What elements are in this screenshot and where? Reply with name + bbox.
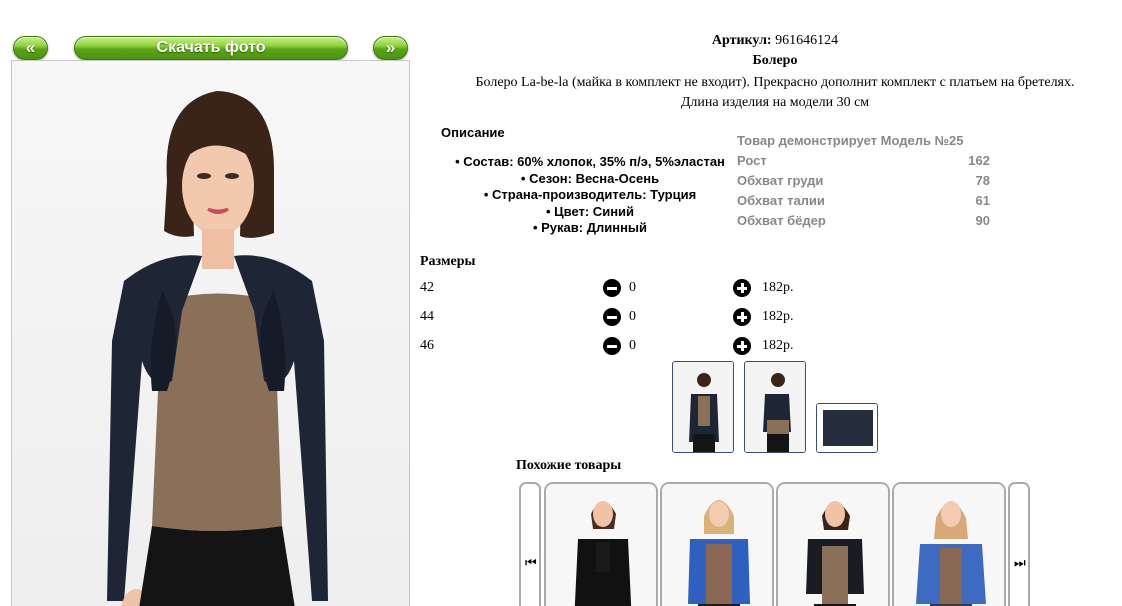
measurement-value: 61: [975, 193, 990, 208]
size-label: 46: [420, 338, 434, 353]
size-price: 182р.: [762, 309, 794, 324]
article-label: Артикул:: [711, 33, 772, 48]
plus-circle-icon[interactable]: [733, 279, 751, 297]
measurement-label: Рост: [737, 153, 767, 168]
main-product-photo: [11, 60, 410, 606]
similar-product-card[interactable]: [892, 482, 1006, 606]
minus-circle-icon[interactable]: [603, 337, 621, 355]
size-row: 42 0 182р.: [420, 278, 820, 298]
similar-product-image: [546, 484, 656, 606]
similar-product-image: [778, 484, 888, 606]
product-description-line: Длина изделия на модели 30 см: [680, 95, 870, 110]
thumbnail-image: [817, 404, 877, 452]
carousel-next-button[interactable]: ⏭: [1008, 482, 1030, 606]
description-heading: Описание: [441, 125, 505, 140]
article-value: 961646124: [775, 33, 839, 48]
size-row: 44 0 182р.: [420, 307, 820, 327]
size-price: 182р.: [762, 338, 794, 353]
size-quantity: 0: [629, 309, 636, 324]
size-quantity: 0: [629, 338, 636, 353]
plus-circle-icon[interactable]: [733, 337, 751, 355]
description-item: Страна-производитель: Турция: [420, 187, 760, 204]
description-list: Состав: 60% хлопок, 35% п/э, 5%эластан С…: [420, 154, 760, 237]
description-item: Рукав: Длинный: [420, 220, 760, 237]
measurement-row: Обхват бёдер 90: [737, 211, 990, 231]
measurement-value: 90: [975, 213, 990, 228]
minus-circle-icon[interactable]: [603, 308, 621, 326]
next-photo-button[interactable]: »: [373, 36, 408, 60]
minus-circle-icon[interactable]: [603, 279, 621, 297]
skip-back-icon: ⏮: [525, 556, 537, 571]
measurement-value: 78: [975, 173, 990, 188]
article-line: Артикул: 961646124: [420, 33, 1122, 49]
similar-products-heading: Похожие товары: [516, 458, 622, 473]
model-photo-illustration: [107, 91, 328, 606]
plus-circle-icon[interactable]: [733, 308, 751, 326]
similar-product-card[interactable]: [776, 482, 890, 606]
thumbnail-image: [673, 362, 733, 452]
measurement-row: Обхват груди 78: [737, 171, 990, 191]
description-item: Сезон: Весна-Осень: [420, 171, 760, 188]
prev-photo-button[interactable]: «: [13, 36, 48, 60]
measurement-row: Рост 162: [737, 151, 990, 171]
skip-forward-icon: ⏭: [1014, 556, 1026, 571]
description-item: Состав: 60% хлопок, 35% п/э, 5%эластан: [420, 154, 760, 171]
download-photo-button[interactable]: Скачать фото: [74, 36, 348, 60]
sizes-heading: Размеры: [420, 254, 476, 269]
similar-product-card[interactable]: [544, 482, 658, 606]
photo-thumbnail[interactable]: [672, 361, 734, 453]
measurement-value: 162: [968, 153, 990, 168]
product-title: Болеро: [752, 53, 798, 68]
size-price: 182р.: [762, 280, 794, 295]
size-label: 42: [420, 280, 434, 295]
similar-product-card[interactable]: [660, 482, 774, 606]
measurement-label: Обхват бёдер: [737, 213, 826, 228]
size-label: 44: [420, 309, 434, 324]
measurement-row: Обхват талии 61: [737, 191, 990, 211]
product-description-line: Болеро La-be-la (майка в комплект не вхо…: [475, 75, 1075, 90]
thumbnail-image: [745, 362, 805, 452]
size-row: 46 0 182р.: [420, 336, 820, 356]
model-measurements: Товар демонстрирует Модель №25 Рост 162 …: [737, 131, 990, 231]
measurement-label: Обхват груди: [737, 173, 824, 188]
model-title: Товар демонстрирует Модель №25: [737, 133, 964, 148]
similar-product-image: [662, 484, 772, 606]
carousel-prev-button[interactable]: ⏮: [519, 482, 541, 606]
description-item: Цвет: Синий: [420, 204, 760, 221]
product-description: Болеро La-be-la (майка в комплект не вхо…: [420, 73, 1122, 113]
size-quantity: 0: [629, 280, 636, 295]
measurement-label: Обхват талии: [737, 193, 825, 208]
similar-product-image: [894, 484, 1004, 606]
photo-thumbnail[interactable]: [816, 403, 878, 453]
photo-thumbnail[interactable]: [744, 361, 806, 453]
